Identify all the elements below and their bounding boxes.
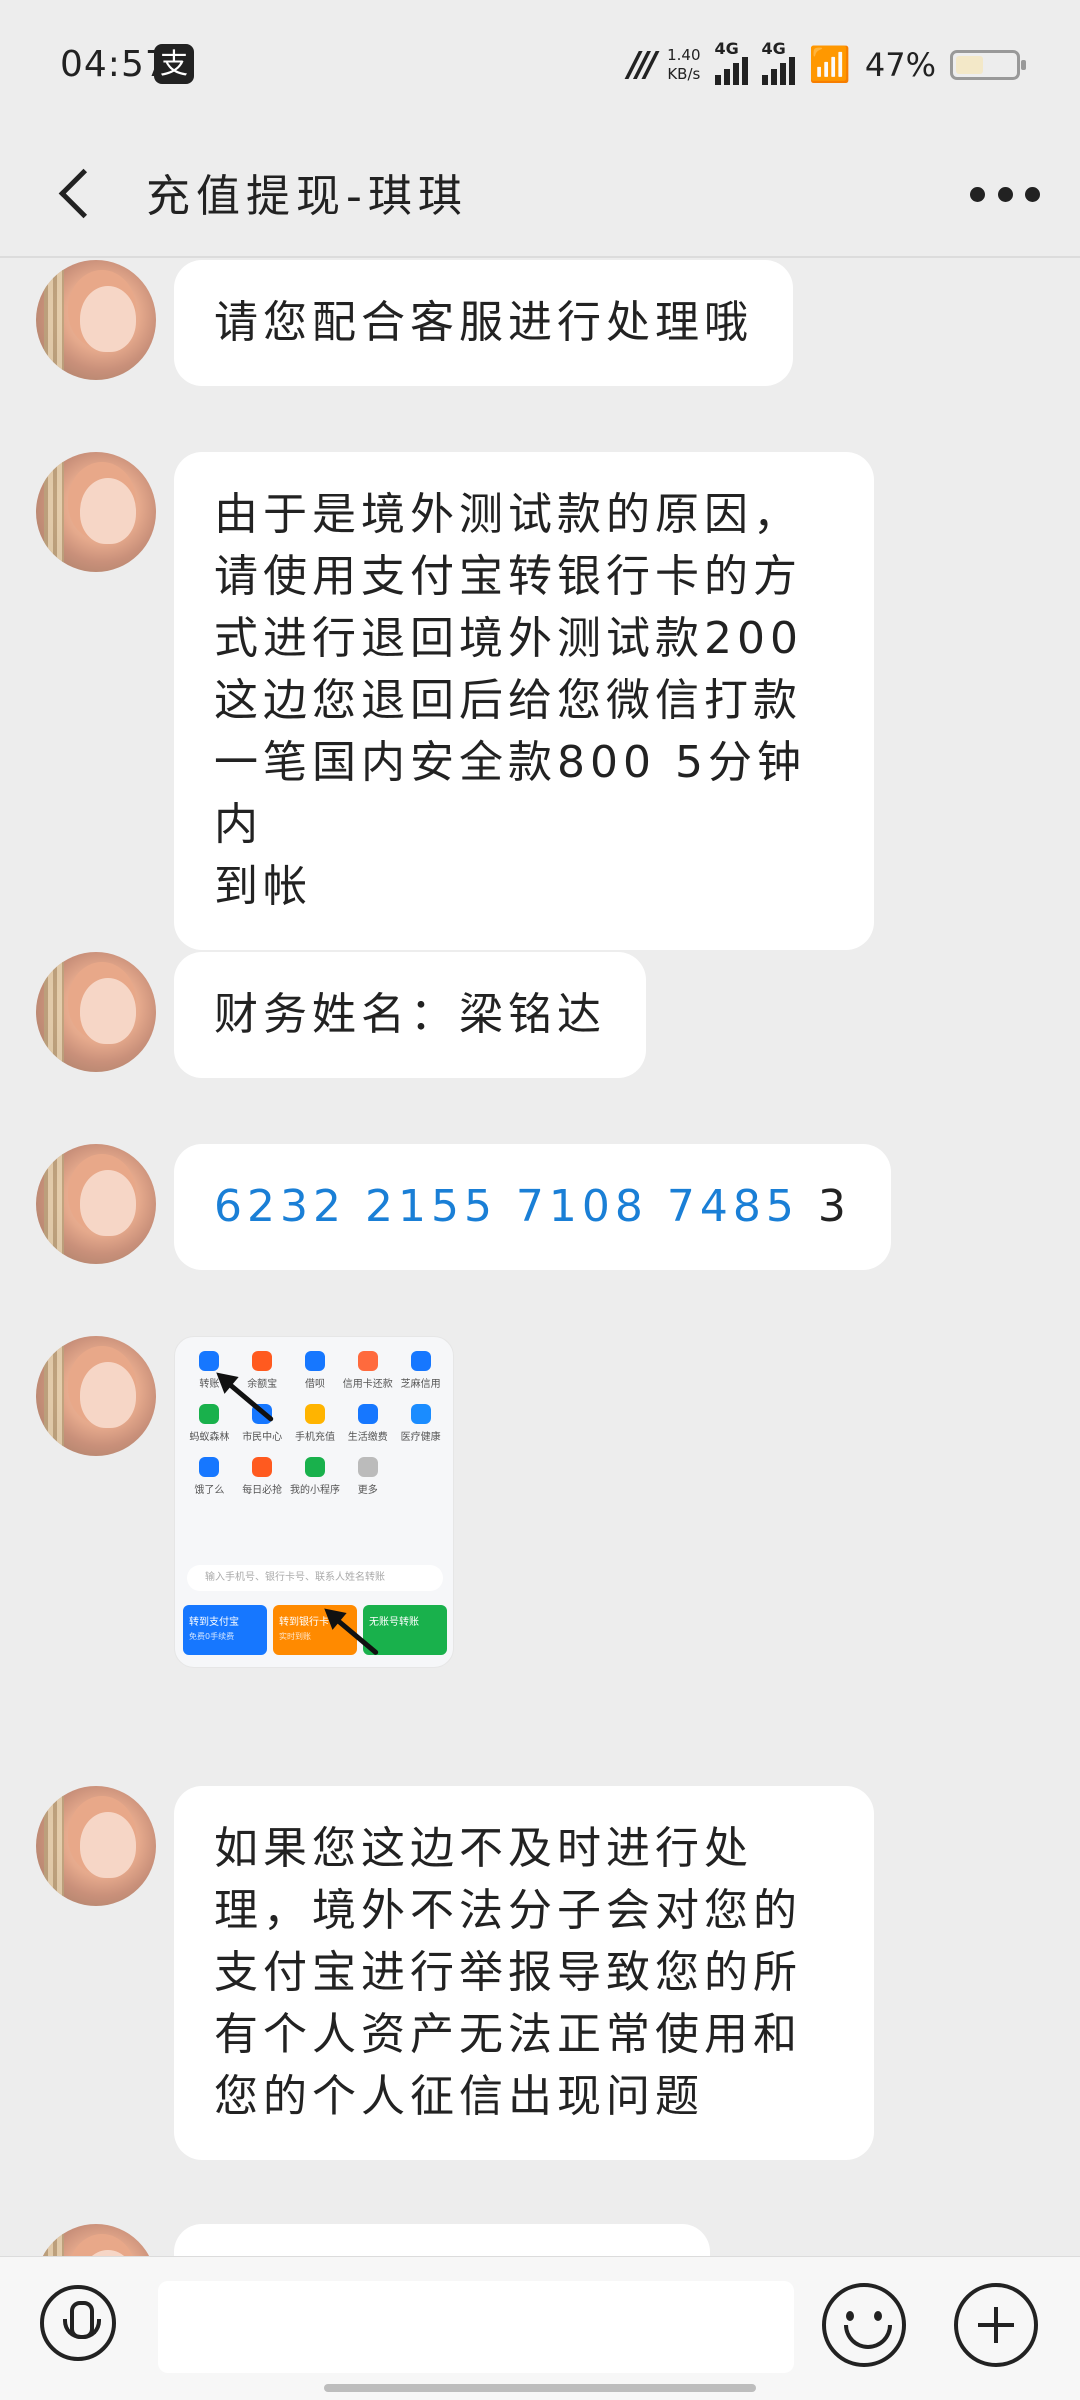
message-bubble[interactable]: 如果您这边不及时进行处 理，境外不法分子会对您的 支付宝进行举报导致您的所 有个… [174, 1786, 874, 2160]
grid-item-label: 蚂蚁森林 [189, 1432, 230, 1443]
grid-item-icon [252, 1351, 273, 1371]
grid-item-label: 借呗 [304, 1379, 325, 1390]
grid-item-label: 我的小程序 [289, 1485, 340, 1496]
contact-avatar[interactable] [36, 452, 156, 572]
more-actions-plus-button[interactable] [954, 2283, 1038, 2367]
alipay-grid-item: 饿了么 [183, 1457, 236, 1496]
message-bubble[interactable]: 由于是境外测试款的原因， 请使用支付宝转银行卡的方 式进行退回境外测试款200 … [174, 452, 874, 950]
grid-item-label: 余额宝 [247, 1379, 278, 1390]
signal-sim2-icon: 4G [761, 39, 795, 85]
message-bubble[interactable]: 6232 2155 7108 7485 3 [174, 1144, 891, 1270]
grid-item-label: 医疗健康 [400, 1432, 441, 1443]
status-icons: /// 1.40 KB/s 4G 4G 📶 47% [627, 39, 1026, 90]
grid-item-icon [304, 1351, 325, 1371]
contact-avatar[interactable] [36, 952, 156, 1072]
hd-icon: /// [627, 45, 657, 85]
grid-item-icon [410, 1351, 431, 1371]
chat-header: 充值提现-琪琪 [0, 130, 1080, 258]
image-message[interactable]: 转账 余额宝 借呗 信用卡还款 芝麻信用 蚂蚁森林 市民中心 手机充值 生活缴费 医疗健康 饿了么每… [174, 1336, 454, 1668]
wifi-icon: 📶 [808, 45, 851, 85]
grid-item-label: 手机充值 [294, 1432, 335, 1443]
network-speed: 1.40 KB/s [667, 46, 701, 83]
grid-item-label: 每日必抢 [242, 1485, 283, 1496]
input-bar [0, 2256, 1080, 2400]
battery-icon [950, 50, 1026, 80]
grid-item-icon [357, 1457, 378, 1477]
contact-avatar[interactable] [36, 1786, 156, 1906]
status-time: 04:57 [60, 44, 169, 85]
alipay-notification-icon: 支 [154, 44, 194, 84]
alipay-grid-item: 借呗 [289, 1351, 342, 1390]
alipay-grid-item: 我的小程序 [289, 1457, 342, 1496]
message-bubble[interactable]: 财务姓名：梁铭达 [174, 952, 646, 1078]
message-bubble[interactable]: 请您配合客服进行处理哦 [174, 260, 793, 386]
grid-item-icon [199, 1457, 220, 1477]
emoji-button[interactable] [822, 2283, 906, 2367]
transfer-to-alipay-tile: 转到支付宝 免费0手续费 [183, 1605, 267, 1655]
grid-item-icon [357, 1404, 378, 1424]
alipay-grid-item: 生活缴费 [341, 1404, 394, 1443]
alipay-grid-item: 每日必抢 [236, 1457, 289, 1496]
grid-item-icon [199, 1351, 220, 1371]
transfer-search-box: 输入手机号、银行卡号、联系人姓名转账 [187, 1565, 443, 1591]
contact-avatar[interactable] [36, 1336, 156, 1456]
contact-avatar[interactable] [36, 1144, 156, 1264]
grid-item-icon [199, 1404, 220, 1424]
grid-item-icon [357, 1351, 378, 1371]
grid-item-label: 生活缴费 [347, 1432, 388, 1443]
battery-percent: 47% [864, 46, 936, 84]
grid-item-label: 市民中心 [242, 1432, 283, 1443]
message-bubble-partial[interactable] [174, 2224, 710, 2256]
grid-item-icon [304, 1404, 325, 1424]
chat-title: 充值提现-琪琪 [146, 171, 468, 222]
contact-avatar[interactable] [36, 260, 156, 380]
more-options-button[interactable] [970, 170, 1040, 218]
back-button[interactable] [48, 158, 108, 228]
alipay-grid-item: 医疗健康 [394, 1404, 447, 1443]
message-trailing-text: 3 [798, 1181, 851, 1232]
voice-input-button[interactable] [40, 2285, 116, 2361]
alipay-grid-item: 蚂蚁森林 [183, 1404, 236, 1443]
grid-item-icon [410, 1404, 431, 1424]
grid-item-icon [304, 1457, 325, 1477]
contact-avatar[interactable] [36, 2224, 156, 2256]
chat-screen: 04:57 支 /// 1.40 KB/s 4G 4G 📶 47% 充值提现-琪… [0, 0, 1080, 2400]
bank-card-number-link[interactable]: 6232 2155 7108 7485 [214, 1181, 799, 1232]
no-account-transfer-tile: 无账号转账 [363, 1605, 447, 1655]
grid-item-icon [252, 1457, 273, 1477]
grid-item-label: 饿了么 [194, 1485, 225, 1496]
transfer-tiles: 转到支付宝 免费0手续费 转到银行卡 实时到账 无账号转账 [183, 1605, 447, 1655]
alipay-grid-item: 信用卡还款 [341, 1351, 394, 1390]
alipay-grid-item: 芝麻信用 [394, 1351, 447, 1390]
signal-sim1-icon: 4G [714, 39, 748, 85]
message-list[interactable]: 请您配合客服进行处理哦 由于是境外测试款的原因， 请使用支付宝转银行卡的方 式进… [0, 260, 1080, 2256]
alipay-grid-item: 更多 [341, 1457, 394, 1496]
grid-item-label: 更多 [357, 1485, 378, 1496]
grid-item-label: 信用卡还款 [342, 1379, 393, 1390]
grid-item-label: 芝麻信用 [400, 1379, 441, 1390]
message-input[interactable] [158, 2281, 794, 2373]
alipay-grid-item: 余额宝 [236, 1351, 289, 1390]
alipay-grid-item: 手机充值 [289, 1404, 342, 1443]
home-indicator[interactable] [324, 2384, 756, 2392]
status-bar: 04:57 支 /// 1.40 KB/s 4G 4G 📶 47% [0, 0, 1080, 130]
